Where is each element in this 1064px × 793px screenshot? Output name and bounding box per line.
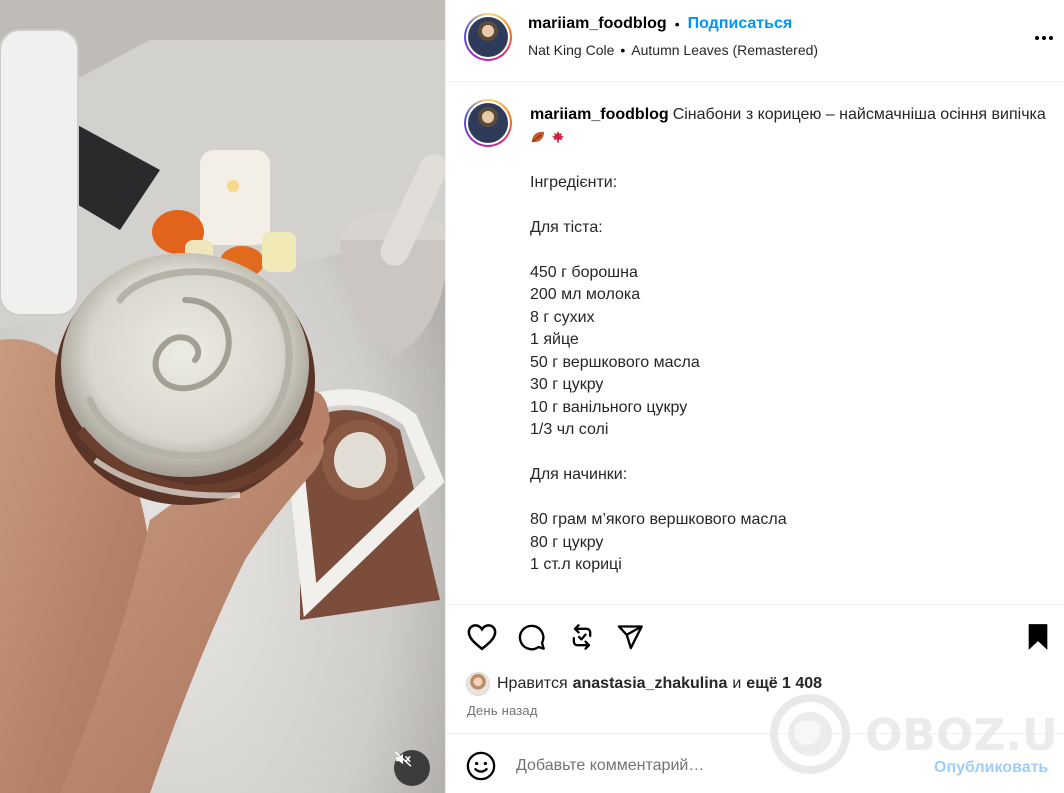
cinnamon-roll-photo bbox=[0, 0, 445, 793]
audio-attribution: Nat King Cole • Autumn Leaves (Remastere… bbox=[528, 42, 818, 58]
mute-icon bbox=[394, 751, 412, 767]
post-header: mariiam_foodblog • Подписаться Nat King … bbox=[446, 0, 1064, 82]
liker-username[interactable]: anastasia_zhakulina bbox=[573, 675, 728, 693]
maple-leaf-icon bbox=[552, 130, 565, 143]
follow-button[interactable]: Подписаться bbox=[688, 15, 793, 33]
likes-conjunction: и bbox=[732, 675, 742, 692]
emoji-picker-button[interactable] bbox=[466, 751, 496, 781]
bookmark-icon bbox=[1028, 624, 1048, 650]
caption-username[interactable]: mariiam_foodblog bbox=[530, 106, 669, 123]
caption-section: mariiam_foodblog Сінабони з корицею – най… bbox=[446, 82, 1064, 604]
audio-track[interactable]: Autumn Leaves (Remastered) bbox=[631, 42, 818, 58]
post-timestamp[interactable]: День назад bbox=[467, 703, 538, 718]
post-comment-button[interactable]: Опубликовать bbox=[934, 759, 1048, 777]
heart-icon bbox=[467, 624, 497, 651]
like-button[interactable] bbox=[466, 621, 498, 653]
repost-button[interactable] bbox=[566, 621, 598, 653]
separator-dot: • bbox=[674, 16, 680, 32]
comment-bar: Опубликовать bbox=[446, 734, 1064, 793]
leaf-emoji-icon bbox=[531, 131, 544, 142]
caption-body: Інгредієнти: Для тіста: 450 г борошна 20… bbox=[530, 173, 787, 574]
liker-avatar[interactable] bbox=[466, 672, 490, 696]
mute-button[interactable] bbox=[394, 750, 430, 786]
audio-artist[interactable]: Nat King Cole bbox=[528, 42, 614, 58]
caption-text: mariiam_foodblog Сінабони з корицею – най… bbox=[530, 104, 1050, 577]
actions-section: Нравится anastasia_zhakulina и ещё 1 408… bbox=[446, 604, 1064, 734]
comment-button[interactable] bbox=[516, 621, 548, 653]
comment-icon bbox=[518, 624, 545, 651]
caption-title: Сінабони з корицею – найсмачніша осіння … bbox=[672, 106, 1046, 123]
audio-separator: • bbox=[620, 42, 626, 58]
post-media[interactable] bbox=[0, 0, 445, 793]
share-button[interactable] bbox=[614, 621, 646, 653]
repost-icon bbox=[572, 624, 592, 650]
save-button[interactable] bbox=[1022, 621, 1054, 653]
share-icon bbox=[617, 625, 643, 650]
likes-prefix: Нравится bbox=[497, 675, 568, 692]
emoji-icon bbox=[466, 751, 496, 781]
likes-summary: Нравится anastasia_zhakulina и ещё 1 408 bbox=[466, 672, 827, 696]
caption-author-avatar[interactable] bbox=[464, 99, 512, 147]
post-sidebar: mariiam_foodblog • Подписаться Nat King … bbox=[445, 0, 1064, 793]
author-avatar[interactable] bbox=[464, 13, 512, 61]
more-icon bbox=[1035, 36, 1053, 40]
comment-input[interactable] bbox=[516, 752, 926, 780]
author-username[interactable]: mariiam_foodblog bbox=[528, 15, 667, 33]
likes-count[interactable]: ещё 1 408 bbox=[746, 675, 822, 693]
more-options-button[interactable] bbox=[1032, 26, 1056, 50]
